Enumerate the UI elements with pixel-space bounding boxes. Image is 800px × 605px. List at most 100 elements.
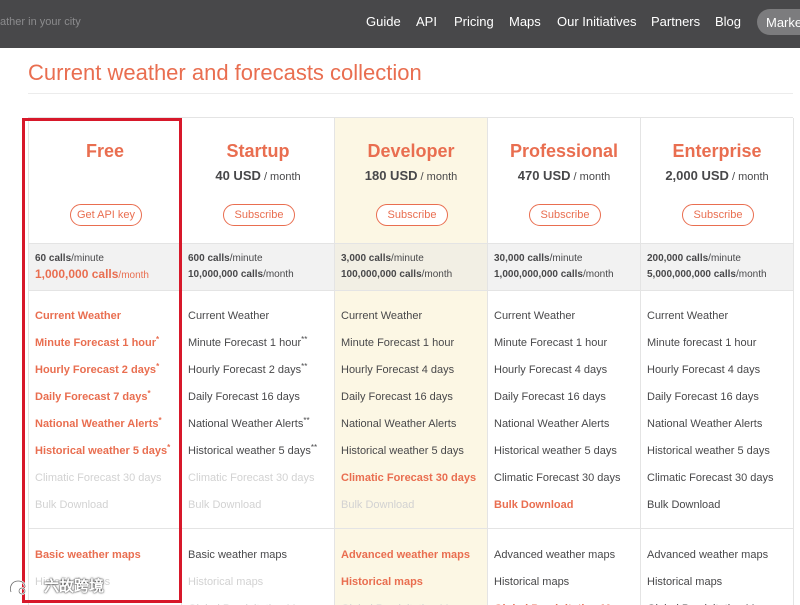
city-search-input[interactable] (0, 11, 200, 33)
footnote-mark: ** (310, 443, 318, 452)
plan-call-limits: 600 calls/minute 10,000,000 calls/month (182, 243, 334, 291)
calls-per-month: 1,000,000,000 calls/month (494, 269, 614, 280)
map-feature-advanced-weather-maps: Advanced weather maps (341, 549, 470, 561)
subscribe-button[interactable]: Subscribe (529, 204, 601, 226)
plan-price: 180 USD / month (335, 167, 487, 186)
calls-per-minute: 30,000 calls/minute (494, 253, 583, 264)
pricing-table: Free Get API key 60 calls/minute 1,000,00… (28, 117, 794, 605)
section-divider (335, 528, 487, 529)
nav-marketplace-label: Marke (766, 15, 800, 30)
plan-column-startup: Startup 40 USD / month Subscribe 600 calls… (182, 118, 335, 605)
map-feature-historical-maps: Historical maps (341, 576, 423, 588)
feature-hourly-forecast-4-days: Hourly Forecast 4 days (341, 364, 455, 376)
feature-historical-weather-5-days: Historical weather 5 days (494, 445, 617, 457)
plan-name: Professional (509, 141, 619, 161)
plan-price: 40 USD / month (182, 167, 334, 186)
plan-column-professional: Professional 470 USD / month Subscribe 30,… (488, 118, 641, 605)
top-navbar: Guide API Pricing Maps Our Initiatives P… (0, 0, 800, 48)
feature-minute-forecast-1-hour: Minute Forecast 1 hour (341, 337, 455, 349)
feature-climatic-forecast-30-days: Climatic Forecast 30 days (647, 472, 774, 484)
feature-bulk-download: Bulk Download (494, 499, 574, 511)
footnote-mark: * (167, 443, 171, 452)
nav-link-maps[interactable]: Maps (509, 13, 541, 30)
feature-daily-forecast-16-days: Daily Forecast 16 days (494, 391, 606, 403)
feature-hourly-forecast-2-days: Hourly Forecast 2 days** (188, 362, 308, 377)
calls-per-month: 100,000,000 calls/month (341, 269, 453, 280)
nav-link-pricing[interactable]: Pricing (454, 13, 494, 30)
feature-climatic-forecast-30-days: Climatic Forecast 30 days (341, 472, 477, 484)
footnote-mark: * (156, 335, 160, 344)
feature-daily-forecast-16-days: Daily Forecast 16 days (647, 391, 759, 403)
feature-climatic-forecast-30-days: Climatic Forecast 30 days (494, 472, 621, 484)
nav-marketplace-button[interactable]: Marke (757, 9, 800, 35)
plan-price-amount: 180 USD (364, 168, 418, 183)
feature-historical-weather-5-days: Historical weather 5 days (341, 445, 464, 457)
plan-call-limits: 60 calls/minute 1,000,000 calls/month (29, 243, 181, 291)
section-divider (488, 528, 640, 529)
plan-price-amount: 2,000 USD (665, 168, 729, 183)
feature-historical-weather-5-days: Historical weather 5 days** (188, 443, 318, 458)
map-feature-historical-maps: Historical maps (647, 576, 723, 588)
plan-call-limits: 3,000 calls/minute 100,000,000 calls/mon… (335, 243, 487, 291)
subscribe-button[interactable]: Subscribe (682, 204, 754, 226)
plan-name: Startup (226, 141, 290, 161)
feature-bulk-download: Bulk Download (647, 499, 721, 511)
feature-current-weather: Current Weather (647, 310, 729, 322)
plan-column-enterprise: Enterprise 2,000 USD / month Subscribe 200… (641, 118, 794, 605)
title-divider (28, 93, 793, 94)
footnote-mark: ** (303, 416, 310, 425)
watermark-logo-icon (9, 579, 27, 595)
feature-current-weather: Current Weather (341, 310, 423, 322)
calls-per-month: 5,000,000,000 calls/month (647, 269, 767, 280)
plan-price-period: / month (260, 171, 301, 183)
feature-daily-forecast-16-days: Daily Forecast 16 days (341, 391, 453, 403)
feature-historical-weather-5-days: Historical weather 5 days (647, 445, 770, 457)
map-feature-advanced-weather-maps: Advanced weather maps (647, 549, 769, 561)
plan-name: Enterprise (672, 141, 762, 161)
footnote-mark: * (158, 416, 162, 425)
footnote-mark: ** (301, 335, 308, 344)
feature-minute-forecast-1-hour: Minute Forecast 1 hour* (35, 335, 160, 350)
section-divider (641, 528, 793, 529)
nav-link-partners[interactable]: Partners (651, 13, 700, 30)
calls-per-minute: 60 calls/minute (35, 253, 104, 264)
feature-national-weather-alerts: National Weather Alerts (647, 418, 763, 430)
feature-bulk-download: Bulk Download (188, 499, 262, 511)
get-api-key-button[interactable]: Get API key (70, 204, 142, 226)
feature-current-weather: Current Weather (35, 310, 121, 322)
feature-climatic-forecast-30-days: Climatic Forecast 30 days (188, 472, 315, 484)
footnote-mark: * (156, 362, 160, 371)
plan-price-amount: 40 USD (215, 168, 261, 183)
plan-price-amount: 470 USD (517, 168, 571, 183)
plan-name: Free (85, 141, 125, 161)
plan-price-period: / month (570, 171, 611, 183)
feature-current-weather: Current Weather (188, 310, 270, 322)
footnote-mark: * (147, 389, 151, 398)
nav-link-blog[interactable]: Blog (715, 13, 741, 30)
map-feature-historical-maps: Historical maps (494, 576, 570, 588)
search-box[interactable] (0, 0, 200, 44)
feature-national-weather-alerts: National Weather Alerts** (188, 416, 310, 431)
plan-call-limits: 200,000 calls/minute 5,000,000,000 calls… (641, 243, 793, 291)
watermark-text: 六故跨境 (44, 578, 105, 595)
page-title: Current weather and forecasts collection (28, 60, 422, 85)
map-feature-basic-weather-maps: Basic weather maps (35, 549, 141, 561)
map-feature-basic-weather-maps: Basic weather maps (188, 549, 288, 561)
feature-hourly-forecast-4-days: Hourly Forecast 4 days (494, 364, 608, 376)
feature-national-weather-alerts: National Weather Alerts* (35, 416, 162, 431)
calls-per-month: 1,000,000 calls/month (35, 267, 149, 281)
nav-link-our-initiatives[interactable]: Our Initiatives (557, 13, 636, 30)
calls-per-minute: 600 calls/minute (188, 253, 263, 264)
section-divider (182, 528, 334, 529)
plan-column-developer: Developer 180 USD / month Subscribe 3,000 … (335, 118, 488, 605)
calls-per-minute: 200,000 calls/minute (647, 253, 741, 264)
nav-link-api[interactable]: API (416, 13, 437, 30)
nav-link-guide[interactable]: Guide (366, 13, 401, 30)
feature-bulk-download: Bulk Download (341, 499, 415, 511)
section-divider (29, 528, 181, 529)
feature-minute-forecast-1-hour: Minute Forecast 1 hour** (188, 335, 308, 350)
feature-minute-forecast-1-hour: Minute Forecast 1 hour (494, 337, 608, 349)
subscribe-button[interactable]: Subscribe (376, 204, 448, 226)
subscribe-button[interactable]: Subscribe (223, 204, 295, 226)
calls-per-minute: 3,000 calls/minute (341, 253, 424, 264)
